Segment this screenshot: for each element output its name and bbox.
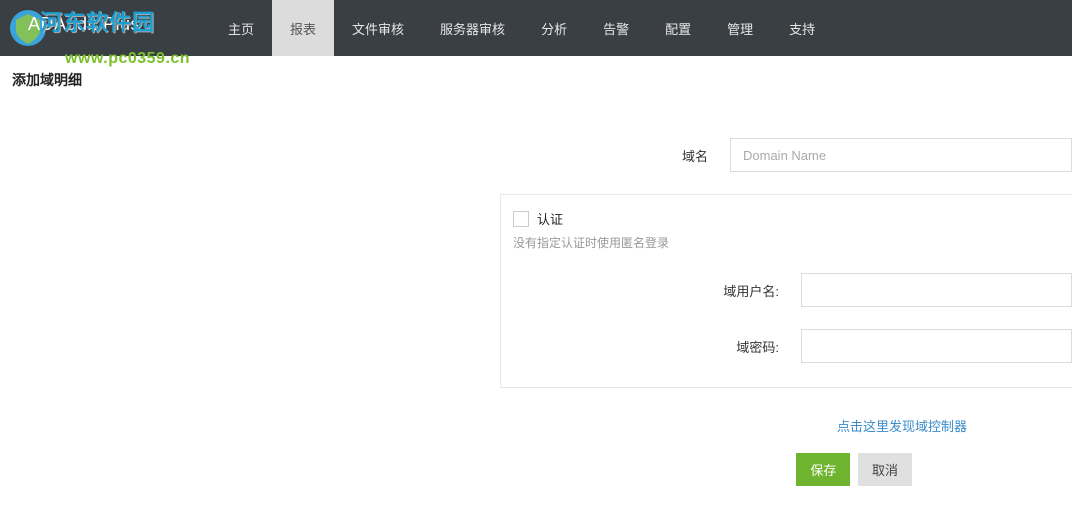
logo-area: ADAudit Plus 河东软件园: [0, 0, 210, 56]
domain-user-label: 域用户名:: [501, 281, 801, 300]
nav-home[interactable]: 主页: [210, 0, 272, 56]
auth-header: 认证: [501, 209, 1072, 228]
auth-checkbox[interactable]: [513, 211, 529, 227]
nav-reports[interactable]: 报表: [272, 0, 334, 56]
domain-pass-input[interactable]: [801, 329, 1072, 363]
cancel-button[interactable]: 取消: [858, 453, 912, 486]
watermark-title: 河东软件园: [40, 5, 155, 37]
nav-analysis[interactable]: 分析: [523, 0, 585, 56]
nav-file-audit[interactable]: 文件审核: [334, 0, 422, 56]
domain-name-input[interactable]: [730, 138, 1072, 172]
domain-user-input[interactable]: [801, 273, 1072, 307]
save-button[interactable]: 保存: [796, 453, 850, 486]
domain-user-row: 域用户名:: [501, 273, 1072, 307]
main-nav: 主页 报表 文件审核 服务器审核 分析 告警 配置 管理 支持: [210, 0, 833, 56]
nav-support[interactable]: 支持: [771, 0, 833, 56]
watermark-url: www.pc0359.cn: [65, 50, 190, 68]
form-area: 域名 认证 没有指定认证时使用匿名登录 域用户名: 域密码: 点击这里发现域控制…: [500, 138, 1072, 486]
domain-pass-label: 域密码:: [501, 337, 801, 356]
button-row: 保存 取消: [500, 453, 1072, 486]
auth-block: 认证 没有指定认证时使用匿名登录 域用户名: 域密码:: [500, 194, 1072, 388]
discover-dc-link[interactable]: 点击这里发现域控制器: [837, 419, 967, 434]
domain-pass-row: 域密码:: [501, 329, 1072, 363]
domain-name-label: 域名: [500, 146, 730, 165]
nav-admin[interactable]: 管理: [709, 0, 771, 56]
domain-name-row: 域名: [500, 138, 1072, 172]
nav-config[interactable]: 配置: [647, 0, 709, 56]
auth-checkbox-label: 认证: [537, 209, 563, 228]
auth-note: 没有指定认证时使用匿名登录: [501, 234, 1072, 251]
discover-link-row: 点击这里发现域控制器: [500, 416, 1072, 435]
topbar: ADAudit Plus 河东软件园 主页 报表 文件审核 服务器审核 分析 告…: [0, 0, 1072, 56]
nav-server-audit[interactable]: 服务器审核: [422, 0, 523, 56]
nav-alerts[interactable]: 告警: [585, 0, 647, 56]
